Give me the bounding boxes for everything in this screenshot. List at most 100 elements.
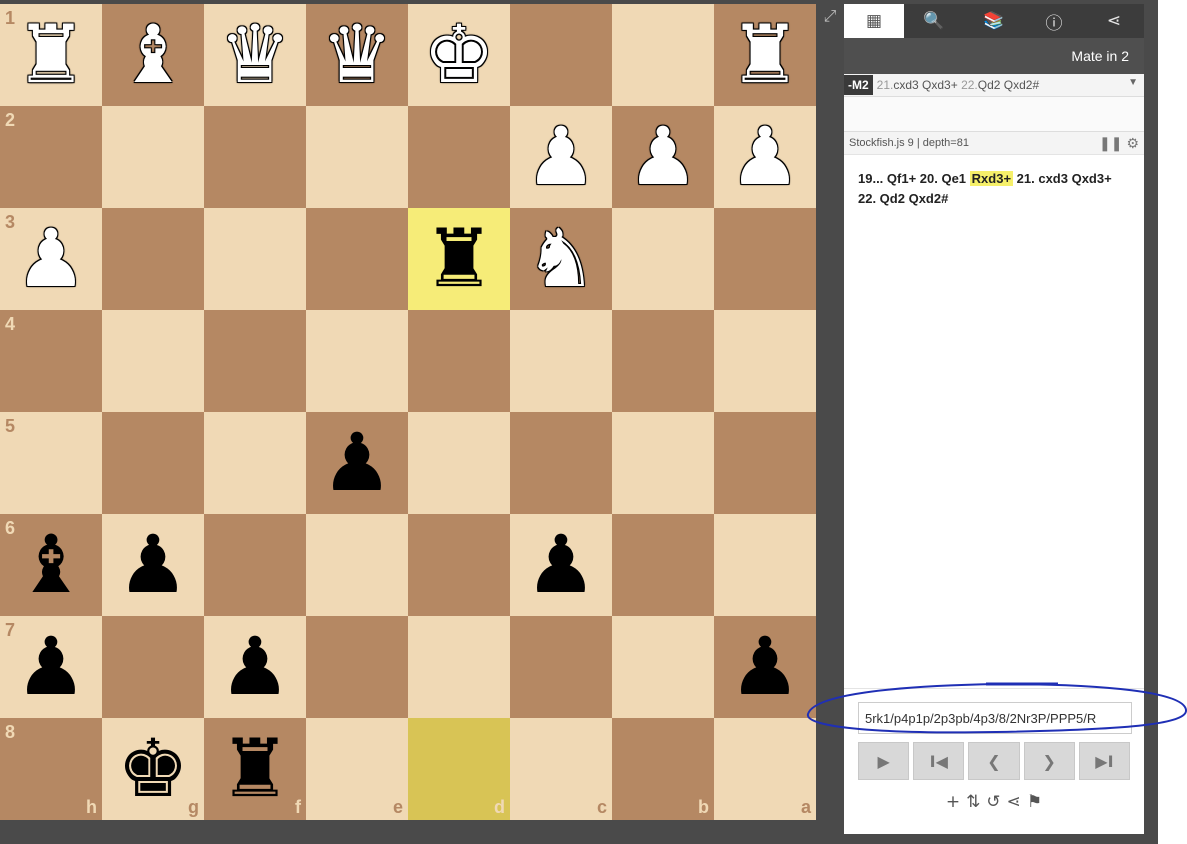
- previous-move-button[interactable]: ❮: [968, 742, 1020, 780]
- white-pawn-icon[interactable]: ♟: [0, 208, 102, 310]
- white-queen-icon[interactable]: ♛: [204, 4, 306, 106]
- square-a6[interactable]: [714, 514, 816, 616]
- square-d8[interactable]: d: [408, 718, 510, 820]
- square-g1[interactable]: ♝: [102, 4, 204, 106]
- square-e2[interactable]: [306, 106, 408, 208]
- square-c7[interactable]: [510, 616, 612, 718]
- square-e8[interactable]: e: [306, 718, 408, 820]
- move-text[interactable]: 19... Qf1+ 20. Qe1: [858, 171, 970, 186]
- square-f3[interactable]: [204, 208, 306, 310]
- square-b2[interactable]: ♟: [612, 106, 714, 208]
- white-rook-icon[interactable]: ♜: [0, 4, 102, 106]
- black-pawn-icon[interactable]: ♟: [510, 514, 612, 616]
- square-a3[interactable]: [714, 208, 816, 310]
- white-bishop-icon[interactable]: ♝: [102, 4, 204, 106]
- square-g3[interactable]: [102, 208, 204, 310]
- black-bishop-icon[interactable]: ♝: [0, 514, 102, 616]
- square-b8[interactable]: b: [612, 718, 714, 820]
- tab-analysis[interactable]: ▦: [844, 4, 904, 38]
- square-c4[interactable]: [510, 310, 612, 412]
- principal-variation[interactable]: -M2 21. cxd3 Qxd3+ 22. Qd2 Qxd2# ▼: [844, 74, 1144, 97]
- square-h1[interactable]: 1 ♜: [0, 4, 102, 106]
- square-d2[interactable]: [408, 106, 510, 208]
- white-pawn-icon[interactable]: ♟: [612, 106, 714, 208]
- expand-board-icon[interactable]: ⤢: [820, 6, 840, 26]
- square-a7[interactable]: ♟: [714, 616, 816, 718]
- square-d1[interactable]: ♚: [408, 4, 510, 106]
- square-b3[interactable]: [612, 208, 714, 310]
- square-e5[interactable]: ♟: [306, 412, 408, 514]
- square-c8[interactable]: c: [510, 718, 612, 820]
- square-g4[interactable]: [102, 310, 204, 412]
- square-e3[interactable]: [306, 208, 408, 310]
- move-text[interactable]: 22. Qd2 Qxd2#: [858, 191, 948, 206]
- square-b4[interactable]: [612, 310, 714, 412]
- square-h4[interactable]: 4: [0, 310, 102, 412]
- square-f1[interactable]: ♛: [204, 4, 306, 106]
- square-e4[interactable]: [306, 310, 408, 412]
- square-h8[interactable]: 8h: [0, 718, 102, 820]
- square-d4[interactable]: [408, 310, 510, 412]
- black-king-icon[interactable]: ♚: [102, 718, 204, 820]
- square-b6[interactable]: [612, 514, 714, 616]
- square-d6[interactable]: [408, 514, 510, 616]
- square-f7[interactable]: ♟: [204, 616, 306, 718]
- white-pawn-icon[interactable]: ♟: [510, 106, 612, 208]
- square-e7[interactable]: [306, 616, 408, 718]
- white-king-icon[interactable]: ♚: [408, 4, 510, 106]
- square-f2[interactable]: [204, 106, 306, 208]
- fen-input[interactable]: [859, 703, 1131, 733]
- black-pawn-icon[interactable]: ♟: [714, 616, 816, 718]
- square-h7[interactable]: 7 ♟: [0, 616, 102, 718]
- white-knight-icon[interactable]: ♞: [510, 208, 612, 310]
- move-text[interactable]: 21. cxd3 Qxd3+: [1013, 171, 1112, 186]
- share-icon[interactable]: ⋖: [1007, 792, 1021, 818]
- flip-board-icon[interactable]: ⇅: [966, 792, 980, 818]
- tab-explorer[interactable]: 🔍: [904, 4, 964, 38]
- square-h5[interactable]: 5: [0, 412, 102, 514]
- square-b7[interactable]: [612, 616, 714, 718]
- tab-info[interactable]: ⓘ: [1024, 4, 1084, 38]
- square-c1[interactable]: [510, 4, 612, 106]
- square-a2[interactable]: ♟: [714, 106, 816, 208]
- white-queen-icon[interactable]: ♛: [306, 4, 408, 106]
- add-icon[interactable]: +: [946, 792, 960, 818]
- black-rook-icon[interactable]: ♜: [408, 208, 510, 310]
- square-e1[interactable]: ♛: [306, 4, 408, 106]
- tab-share[interactable]: ⋖: [1084, 4, 1144, 38]
- square-h2[interactable]: 2: [0, 106, 102, 208]
- next-move-button[interactable]: ❯: [1023, 742, 1075, 780]
- black-pawn-icon[interactable]: ♟: [306, 412, 408, 514]
- square-f8[interactable]: f ♜: [204, 718, 306, 820]
- black-pawn-icon[interactable]: ♟: [0, 616, 102, 718]
- square-a5[interactable]: [714, 412, 816, 514]
- square-g2[interactable]: [102, 106, 204, 208]
- square-a4[interactable]: [714, 310, 816, 412]
- white-rook-icon[interactable]: ♜: [714, 4, 816, 106]
- square-g5[interactable]: [102, 412, 204, 514]
- square-d7[interactable]: [408, 616, 510, 718]
- square-c2[interactable]: ♟: [510, 106, 612, 208]
- square-b5[interactable]: [612, 412, 714, 514]
- pause-icon[interactable]: ❚❚: [1099, 135, 1122, 152]
- square-b1[interactable]: [612, 4, 714, 106]
- square-g7[interactable]: [102, 616, 204, 718]
- square-a1[interactable]: ♜: [714, 4, 816, 106]
- square-h6[interactable]: 6 ♝: [0, 514, 102, 616]
- current-move[interactable]: Rxd3+: [969, 171, 1014, 186]
- square-d5[interactable]: [408, 412, 510, 514]
- black-pawn-icon[interactable]: ♟: [204, 616, 306, 718]
- square-c6[interactable]: ♟: [510, 514, 612, 616]
- paint-icon[interactable]: ⚑: [1027, 792, 1042, 818]
- first-move-button[interactable]: I◀: [913, 742, 965, 780]
- square-c5[interactable]: [510, 412, 612, 514]
- chevron-down-icon[interactable]: ▼: [1128, 77, 1138, 88]
- reset-icon[interactable]: ↺: [986, 792, 1000, 818]
- square-g8[interactable]: g ♚: [102, 718, 204, 820]
- chess-board[interactable]: 1 ♜ ♝ ♛ ♛ ♚ ♜ 2 ♟ ♟ ♟ 3 ♟ ♜ ♞ 4 5 ♟ 6 ♝ ♟ ♟ 7 ♟ ♟ ♟ 8 h g ♚ f ♜ e d c b a: [0, 4, 816, 820]
- square-c3[interactable]: ♞: [510, 208, 612, 310]
- black-pawn-icon[interactable]: ♟: [102, 514, 204, 616]
- square-g6[interactable]: ♟: [102, 514, 204, 616]
- square-f6[interactable]: [204, 514, 306, 616]
- square-h3[interactable]: 3 ♟: [0, 208, 102, 310]
